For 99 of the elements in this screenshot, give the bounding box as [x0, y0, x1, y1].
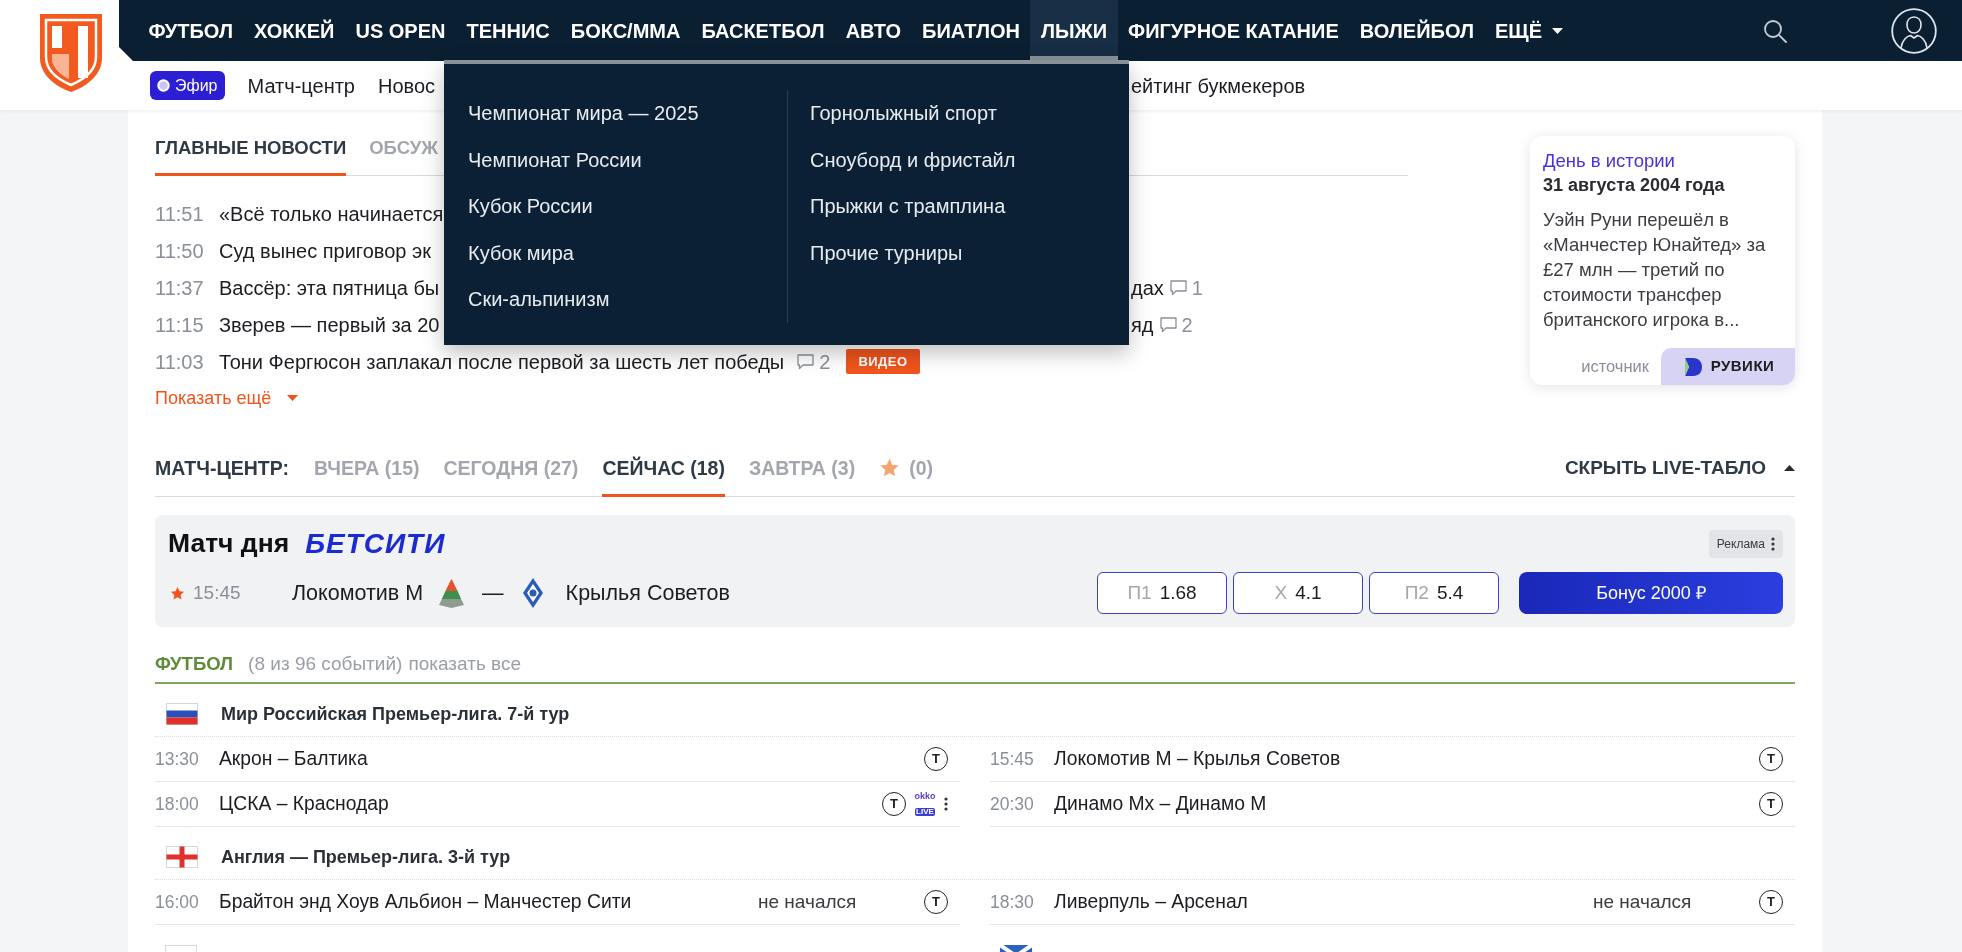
odds-button[interactable]: Х 4.1: [1233, 572, 1363, 614]
video-badge: ВИДЕО: [846, 349, 920, 374]
comment-icon: [797, 353, 815, 370]
stream-logo[interactable]: okko LIVE: [914, 792, 936, 816]
match-time: 16:00: [155, 890, 200, 914]
nav-tab[interactable]: ВОЛЕЙБОЛ: [1349, 0, 1485, 61]
league-name[interactable]: Мир Российская Премьер-лига. 7-й тур: [221, 700, 570, 728]
dropdown-item[interactable]: Прыжки с трамплина: [810, 183, 1006, 230]
dropdown-item[interactable]: Кубок России: [468, 183, 593, 230]
caret-up-icon: [1784, 465, 1795, 471]
more-icon[interactable]: [944, 797, 948, 811]
comment-icon: [1159, 316, 1177, 333]
sport-heading[interactable]: ФУТБОЛ: [155, 650, 234, 678]
nav-tab[interactable]: ТЕННИС: [456, 0, 561, 61]
match-teams[interactable]: Ливерпуль – Арсенал: [1054, 887, 1593, 917]
live-dot-icon: [157, 79, 170, 92]
team-crest-icon: [438, 577, 466, 609]
league-name[interactable]: Англия — Премьер-лига. 3-й тур: [221, 843, 511, 871]
card-text: Уэйн Руни перешёл в «Манчестер Юнайтед» за £27 млн — третий по стоимости трансфер британского игрока в...: [1543, 208, 1767, 332]
match-teams[interactable]: Акрон – Балтика: [219, 744, 924, 774]
shield-logo-icon[interactable]: [38, 12, 104, 94]
nav-tab[interactable]: АВТО: [835, 0, 912, 61]
comment-count: 2: [1181, 312, 1193, 338]
dropdown-item[interactable]: Чемпионат России: [468, 136, 642, 183]
sub-nav-link[interactable]: ейтинг букмекеров: [1131, 70, 1306, 101]
score-separator: —: [482, 579, 504, 607]
favorite-star-icon[interactable]: [170, 585, 185, 601]
odds-button[interactable]: П1 1.68: [1097, 572, 1227, 614]
search-icon[interactable]: [1763, 18, 1787, 43]
hide-live-board-button[interactable]: СКРЫТЬ LIVE-ТАБЛО: [1564, 456, 1795, 497]
match-time: 15:45: [193, 580, 242, 605]
live-button[interactable]: Эфир: [150, 71, 225, 100]
news-tab[interactable]: ГЛАВНЫЕ НОВОСТИ: [155, 136, 347, 176]
news-headline[interactable]: Суд вынес приговор эк: [219, 235, 431, 266]
show-more-link[interactable]: Показать ещё: [155, 383, 299, 413]
dropdown-item[interactable]: Горнолыжный спорт: [810, 90, 997, 137]
nav-tab[interactable]: ЕЩЁ: [1484, 0, 1574, 61]
event-count: (8 из 96 событий): [248, 651, 403, 676]
dropdown-item[interactable]: Сноуборд и фристайл: [810, 136, 1016, 183]
source-label: источник: [1580, 356, 1650, 378]
team-name[interactable]: Крылья Советов: [565, 576, 730, 610]
news-headline[interactable]: Зверев — первый за 20: [219, 313, 440, 336]
card-heading[interactable]: День в истории: [1543, 149, 1782, 173]
match-status: не начался: [1593, 889, 1693, 914]
nav-tab[interactable]: ФУТБОЛ: [138, 0, 244, 61]
sub-nav-link[interactable]: Новос: [378, 70, 436, 101]
comment-icon: [1169, 279, 1187, 296]
dropdown-item[interactable]: Кубок мира: [468, 229, 574, 276]
cross-flag-icon: [166, 846, 198, 868]
match-time: 15:45: [990, 747, 1035, 771]
nav-tab[interactable]: ХОККЕЙ: [243, 0, 345, 61]
tricolor-flag-icon: [166, 703, 198, 725]
news-time: 11:03: [155, 349, 205, 375]
star-icon: [879, 458, 901, 478]
comment-count: 1: [1191, 275, 1203, 301]
news-headline[interactable]: Тони Фергюсон заплакал после первой за шесть лет победы: [219, 346, 785, 377]
sponsor-logo[interactable]: БЕТСИТИ: [305, 523, 446, 565]
dropdown-item[interactable]: Ски-альпинизм: [468, 276, 610, 323]
odds-button[interactable]: П2 5.4: [1369, 572, 1499, 614]
news-time: 11:37: [155, 275, 205, 301]
comment-count: 2: [819, 349, 831, 375]
more-icon: [1771, 537, 1775, 551]
nav-tab[interactable]: БАСКЕТБОЛ: [690, 0, 836, 61]
match-time: 18:30: [990, 890, 1035, 914]
card-date: 31 августа 2004 года: [1543, 174, 1726, 197]
bonus-button[interactable]: Бонус 2000 ₽: [1519, 572, 1783, 614]
match-teams[interactable]: ЦСКА – Краснодар: [219, 789, 882, 819]
news-time: 11:50: [155, 238, 205, 264]
news-time: 11:51: [155, 201, 205, 227]
news-headline[interactable]: Вассёр: эта пятница бы: [219, 276, 440, 299]
sub-nav-link[interactable]: Матч-центр: [247, 70, 355, 101]
team-name[interactable]: Локомотив М: [292, 576, 424, 610]
match-time: 20:30: [990, 792, 1035, 816]
dropdown-item[interactable]: Прочие турниры: [810, 229, 963, 276]
news-headline[interactable]: дах: [1131, 272, 1164, 303]
nav-tab[interactable]: ЛЫЖИ: [1030, 0, 1118, 61]
news-headline[interactable]: «Всё только начинается: [219, 198, 444, 229]
nav-tab[interactable]: БИАТЛОН: [911, 0, 1031, 61]
match-teams[interactable]: Динамо Мх – Динамо М: [1054, 789, 1759, 819]
match-day-tab[interactable]: СЕЙЧАС (18): [602, 456, 725, 497]
nav-tab[interactable]: US OPEN: [344, 0, 456, 61]
source-link[interactable]: РУВИКИ: [1661, 348, 1795, 385]
dropdown-item[interactable]: Чемпионат мира — 2025: [468, 90, 699, 137]
nav-tab[interactable]: ФИГУРНОЕ КАТАНИЕ: [1117, 0, 1350, 61]
match-teams[interactable]: Локомотив М – Крылья Советов: [1054, 744, 1759, 774]
caret-down-icon: [287, 395, 299, 401]
match-time: 13:30: [155, 747, 200, 771]
match-teams[interactable]: Брайтон энд Хоув Альбион – Манчестер Сити: [219, 887, 758, 917]
ad-label[interactable]: Реклама: [1708, 530, 1783, 558]
news-headline[interactable]: яд: [1131, 309, 1154, 340]
team-crest-icon: [521, 577, 544, 609]
caret-down-icon: [1552, 27, 1564, 34]
section-label: МАТЧ-ЦЕНТР:: [155, 456, 289, 481]
panel-title: Матч дня: [168, 527, 290, 561]
user-profile-icon[interactable]: [1891, 7, 1937, 54]
match-status: не начался: [758, 889, 858, 914]
news-time: 11:15: [155, 312, 205, 338]
match-time: 18:00: [155, 792, 200, 816]
nav-tab[interactable]: БОКС/ММА: [560, 0, 691, 61]
